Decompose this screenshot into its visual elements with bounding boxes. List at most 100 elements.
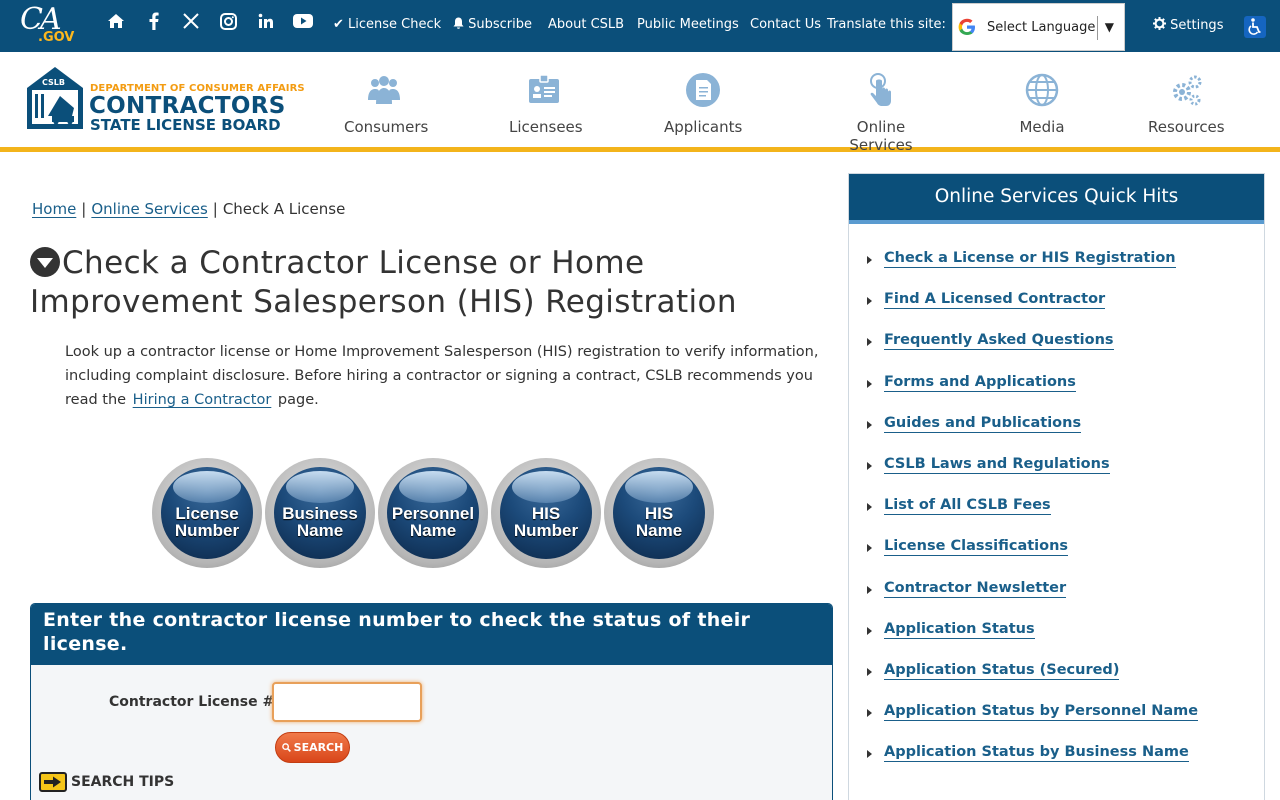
facebook-icon[interactable] [142,10,166,32]
list-item: Guides and Publications [867,415,1198,456]
settings-label: Settings [1170,18,1224,33]
list-item: Forms and Applications [867,374,1198,415]
settings-link[interactable]: Settings [1153,17,1223,33]
license-number-label: Contractor License # [109,694,275,710]
list-item: Application Status by Business Name [867,744,1198,785]
quick-link-status-business[interactable]: Application Status by Business Name [884,744,1189,763]
quick-link-status-personnel[interactable]: Application Status by Personnel Name [884,703,1199,722]
caret-right-icon [867,420,872,429]
quick-link-classifications[interactable]: License Classifications [884,538,1069,557]
caret-right-icon [867,503,872,512]
search-type-license-number-button[interactable]: License Number [152,458,262,568]
youtube-icon[interactable] [291,10,315,32]
caret-right-icon [867,667,872,676]
quick-link-laws[interactable]: CSLB Laws and Regulations [884,456,1110,474]
nav-media[interactable]: Media [1017,72,1067,136]
caret-right-icon [867,585,872,594]
quick-link-faq[interactable]: Frequently Asked Questions [884,332,1114,351]
quick-hits-list: Check a License or HIS Registration Find… [867,250,1199,785]
list-item: Application Status [867,621,1198,662]
license-number-input[interactable] [272,682,422,722]
quick-link-guides[interactable]: Guides and Publications [884,415,1082,433]
instagram-icon[interactable] [216,10,240,32]
button-face: Business Name [274,467,366,559]
nav-licensees-label: Licensees [509,118,583,136]
breadcrumb-separator: | [212,200,218,218]
nav-licensees[interactable]: Licensees [509,72,583,136]
button-gloss [399,471,467,503]
button-gloss [173,471,241,503]
nav-resources-label: Resources [1148,118,1225,136]
accessibility-icon[interactable] [1244,16,1266,38]
search-tips-toggle[interactable]: SEARCH TIPS [39,772,174,792]
hiring-a-contractor-link[interactable]: Hiring a Contractor [133,392,272,408]
button-gloss [625,471,693,503]
site-header: CSLB DEPARTMENT OF CONSUMER AFFAIRS CONT… [0,52,1280,154]
top-utility-bar: CA .GOV ✔ License Check Subscribe About … [0,0,1280,52]
arrow-right-icon [39,772,67,792]
collapse-toggle-icon[interactable] [30,247,60,277]
intro-paragraph: Look up a contractor license or Home Imp… [65,340,835,412]
search-button[interactable]: SEARCH [275,732,350,763]
cslb-badge-text: CSLB [42,78,65,87]
x-twitter-icon[interactable] [179,10,203,32]
search-type-his-number-button[interactable]: HIS Number [491,458,601,568]
list-item: License Classifications [867,538,1198,579]
nav-media-label: Media [1019,118,1065,136]
breadcrumb-home[interactable]: Home [32,200,76,218]
quick-link-find-contractor[interactable]: Find A Licensed Contractor [884,291,1106,310]
subscribe-link[interactable]: Subscribe [453,17,532,32]
list-item: Frequently Asked Questions [867,332,1198,373]
list-item: Contractor Newsletter [867,580,1198,621]
caret-right-icon [867,544,872,553]
search-type-personnel-name-button[interactable]: Personnel Name [378,458,488,568]
language-select[interactable]: Select Language ▼ [952,3,1125,51]
search-button-label: SEARCH [293,741,344,754]
about-cslb-link[interactable]: About CSLB [548,17,624,32]
button-face: Personnel Name [387,467,479,559]
contact-us-link[interactable]: Contact Us [750,17,821,32]
button-label: Business Name [282,504,358,540]
caret-right-icon [867,461,872,470]
nav-online-services[interactable]: Online Services [827,72,935,154]
caret-right-icon [867,750,872,759]
button-label: Personnel Name [391,504,475,540]
button-label: License Number [174,504,240,540]
home-icon[interactable] [104,10,128,32]
nav-applicants[interactable]: Applicants [664,72,742,136]
ca-gov-logo[interactable]: CA .GOV [18,2,78,48]
chevron-down-icon: ▼ [1104,20,1114,34]
search-type-his-name-button[interactable]: HIS Name [604,458,714,568]
gov-logo-text: .GOV [38,30,75,45]
search-type-business-name-button[interactable]: Business Name [265,458,375,568]
breadcrumb-current: Check A License [222,200,346,218]
caret-right-icon [867,626,872,635]
intro-end: page. [277,392,319,408]
caret-right-icon [867,338,872,347]
quick-link-application-status-secured[interactable]: Application Status (Secured) [884,662,1120,680]
linkedin-icon[interactable] [254,10,278,32]
quick-link-check-license[interactable]: Check a License or HIS Registration [884,250,1176,268]
google-icon [958,18,975,35]
nav-consumers-label: Consumers [344,118,429,136]
breadcrumb-online-services[interactable]: Online Services [91,200,207,218]
list-item: Find A Licensed Contractor [867,291,1198,332]
button-label: HIS Number [513,504,579,540]
quick-link-forms[interactable]: Forms and Applications [884,374,1076,392]
nav-resources[interactable]: Resources [1148,72,1225,136]
pointer-hand-icon [870,73,891,106]
quick-link-newsletter[interactable]: Contractor Newsletter [884,580,1067,598]
button-gloss [286,471,354,503]
list-item: List of All CSLB Fees [867,497,1198,538]
public-meetings-link[interactable]: Public Meetings [637,17,739,32]
breadcrumb: Home | Online Services | Check A License [32,200,345,218]
license-check-link[interactable]: ✔ License Check [333,17,441,32]
list-item: Check a License or HIS Registration [867,250,1198,291]
quick-link-application-status[interactable]: Application Status [884,621,1035,639]
quick-link-fees[interactable]: List of All CSLB Fees [884,497,1051,516]
people-icon [368,76,400,104]
globe-icon [1025,73,1059,107]
cslb-logo[interactable]: CSLB DEPARTMENT OF CONSUMER AFFAIRS CONT… [26,66,305,134]
nav-consumers[interactable]: Consumers [344,72,429,136]
select-divider [1097,16,1098,40]
